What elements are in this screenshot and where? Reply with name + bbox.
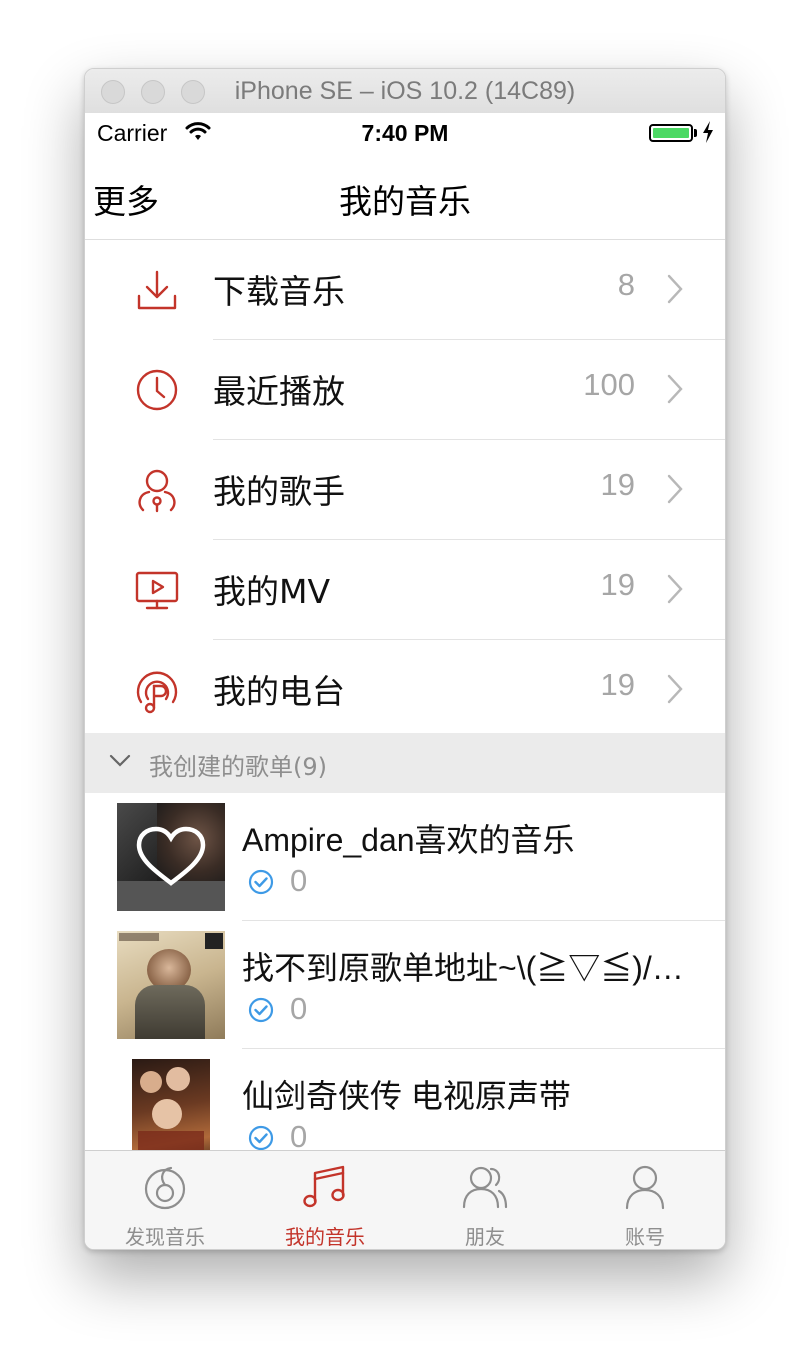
- menu-count: 100: [583, 367, 635, 402]
- created-playlists-header[interactable]: 我创建的歌单(9): [85, 733, 725, 793]
- menu-label: 最近播放: [213, 372, 345, 411]
- charging-bolt-icon: [703, 121, 713, 143]
- tab-label: 我的音乐: [285, 1225, 365, 1249]
- chevron-right-icon: [667, 574, 683, 604]
- section-title: 我创建的歌单(9): [149, 753, 327, 781]
- tab-label: 账号: [625, 1225, 665, 1249]
- tab-friends[interactable]: 朋友: [405, 1151, 565, 1249]
- navigation-bar: 更多 我的音乐: [85, 153, 725, 240]
- playlist-name: 仙剑奇侠传 电视原声带: [242, 1078, 571, 1114]
- tab-discover[interactable]: 发现音乐: [85, 1151, 245, 1249]
- menu-row-recent[interactable]: 最近播放 100: [85, 340, 725, 440]
- mv-icon: [135, 571, 179, 610]
- music-note-icon: [303, 1165, 345, 1208]
- window-title: iPhone SE – iOS 10.2 (14C89): [234, 77, 576, 105]
- playlist-name: 找不到原歌单地址~\(≧▽≦)/~啦啦啦: [242, 950, 692, 986]
- menu-label: 我的电台: [213, 672, 345, 711]
- playlist-count: 0: [290, 863, 308, 898]
- menu-count: 8: [617, 267, 635, 302]
- tab-bar: 发现音乐 我的音乐 朋友 账号: [85, 1150, 725, 1249]
- menu-label: 下载音乐: [213, 272, 345, 311]
- radio-icon: [136, 671, 178, 714]
- friends-icon: [462, 1166, 508, 1209]
- battery-icon: [649, 124, 693, 142]
- tab-my-music[interactable]: 我的音乐: [245, 1151, 405, 1249]
- playlist-count: 0: [290, 991, 308, 1026]
- downloaded-check-icon: [248, 997, 274, 1023]
- playlist-list: Ampire_dan喜欢的音乐 0 找不到原歌单地址~\(≧▽≦)/~啦啦啦 0: [85, 793, 725, 1177]
- window-titlebar: iPhone SE – iOS 10.2 (14C89): [85, 69, 725, 114]
- simulator-window: iPhone SE – iOS 10.2 (14C89) Carrier 7:4…: [84, 68, 726, 1250]
- playlist-cover: [117, 931, 225, 1039]
- playlist-row[interactable]: 找不到原歌单地址~\(≧▽≦)/~啦啦啦 0: [85, 921, 725, 1049]
- my-music-menu: 下载音乐 8 最近播放 100 我的歌手 19 我的MV 19 我的电台 19: [85, 240, 725, 740]
- chevron-right-icon: [667, 274, 683, 304]
- playlist-row[interactable]: Ampire_dan喜欢的音乐 0: [85, 793, 725, 921]
- menu-count: 19: [600, 567, 635, 602]
- chevron-down-icon: [109, 754, 131, 767]
- singer-icon: [138, 469, 176, 513]
- menu-row-singers[interactable]: 我的歌手 19: [85, 440, 725, 540]
- clock-icon: [136, 369, 178, 411]
- status-bar: Carrier 7:40 PM: [85, 113, 725, 153]
- page-title: 我的音乐: [339, 182, 471, 221]
- tab-account[interactable]: 账号: [565, 1151, 725, 1249]
- chevron-right-icon: [667, 474, 683, 504]
- discover-icon: [144, 1166, 186, 1210]
- account-icon: [625, 1165, 665, 1210]
- menu-count: 19: [600, 667, 635, 702]
- menu-row-downloads[interactable]: 下载音乐 8: [85, 240, 725, 340]
- chevron-right-icon: [667, 674, 683, 704]
- download-icon: [137, 270, 177, 310]
- menu-count: 19: [600, 467, 635, 502]
- playlist-name: Ampire_dan喜欢的音乐: [242, 822, 575, 858]
- downloaded-check-icon: [248, 869, 274, 895]
- playlist-cover: [117, 803, 225, 911]
- tab-label: 朋友: [465, 1225, 505, 1249]
- status-time: 7:40 PM: [361, 120, 449, 146]
- menu-row-mv[interactable]: 我的MV 19: [85, 540, 725, 640]
- tab-label: 发现音乐: [125, 1225, 205, 1249]
- menu-label: 我的歌手: [213, 472, 345, 511]
- phone-screen: Carrier 7:40 PM 更多 我的音乐 下载音乐 8 最近播放 100 …: [85, 113, 725, 1249]
- downloaded-check-icon: [248, 1125, 274, 1151]
- chevron-right-icon: [667, 374, 683, 404]
- menu-row-radio[interactable]: 我的电台 19: [85, 640, 725, 740]
- menu-label: 我的MV: [213, 572, 331, 611]
- heart-icon: [136, 826, 206, 886]
